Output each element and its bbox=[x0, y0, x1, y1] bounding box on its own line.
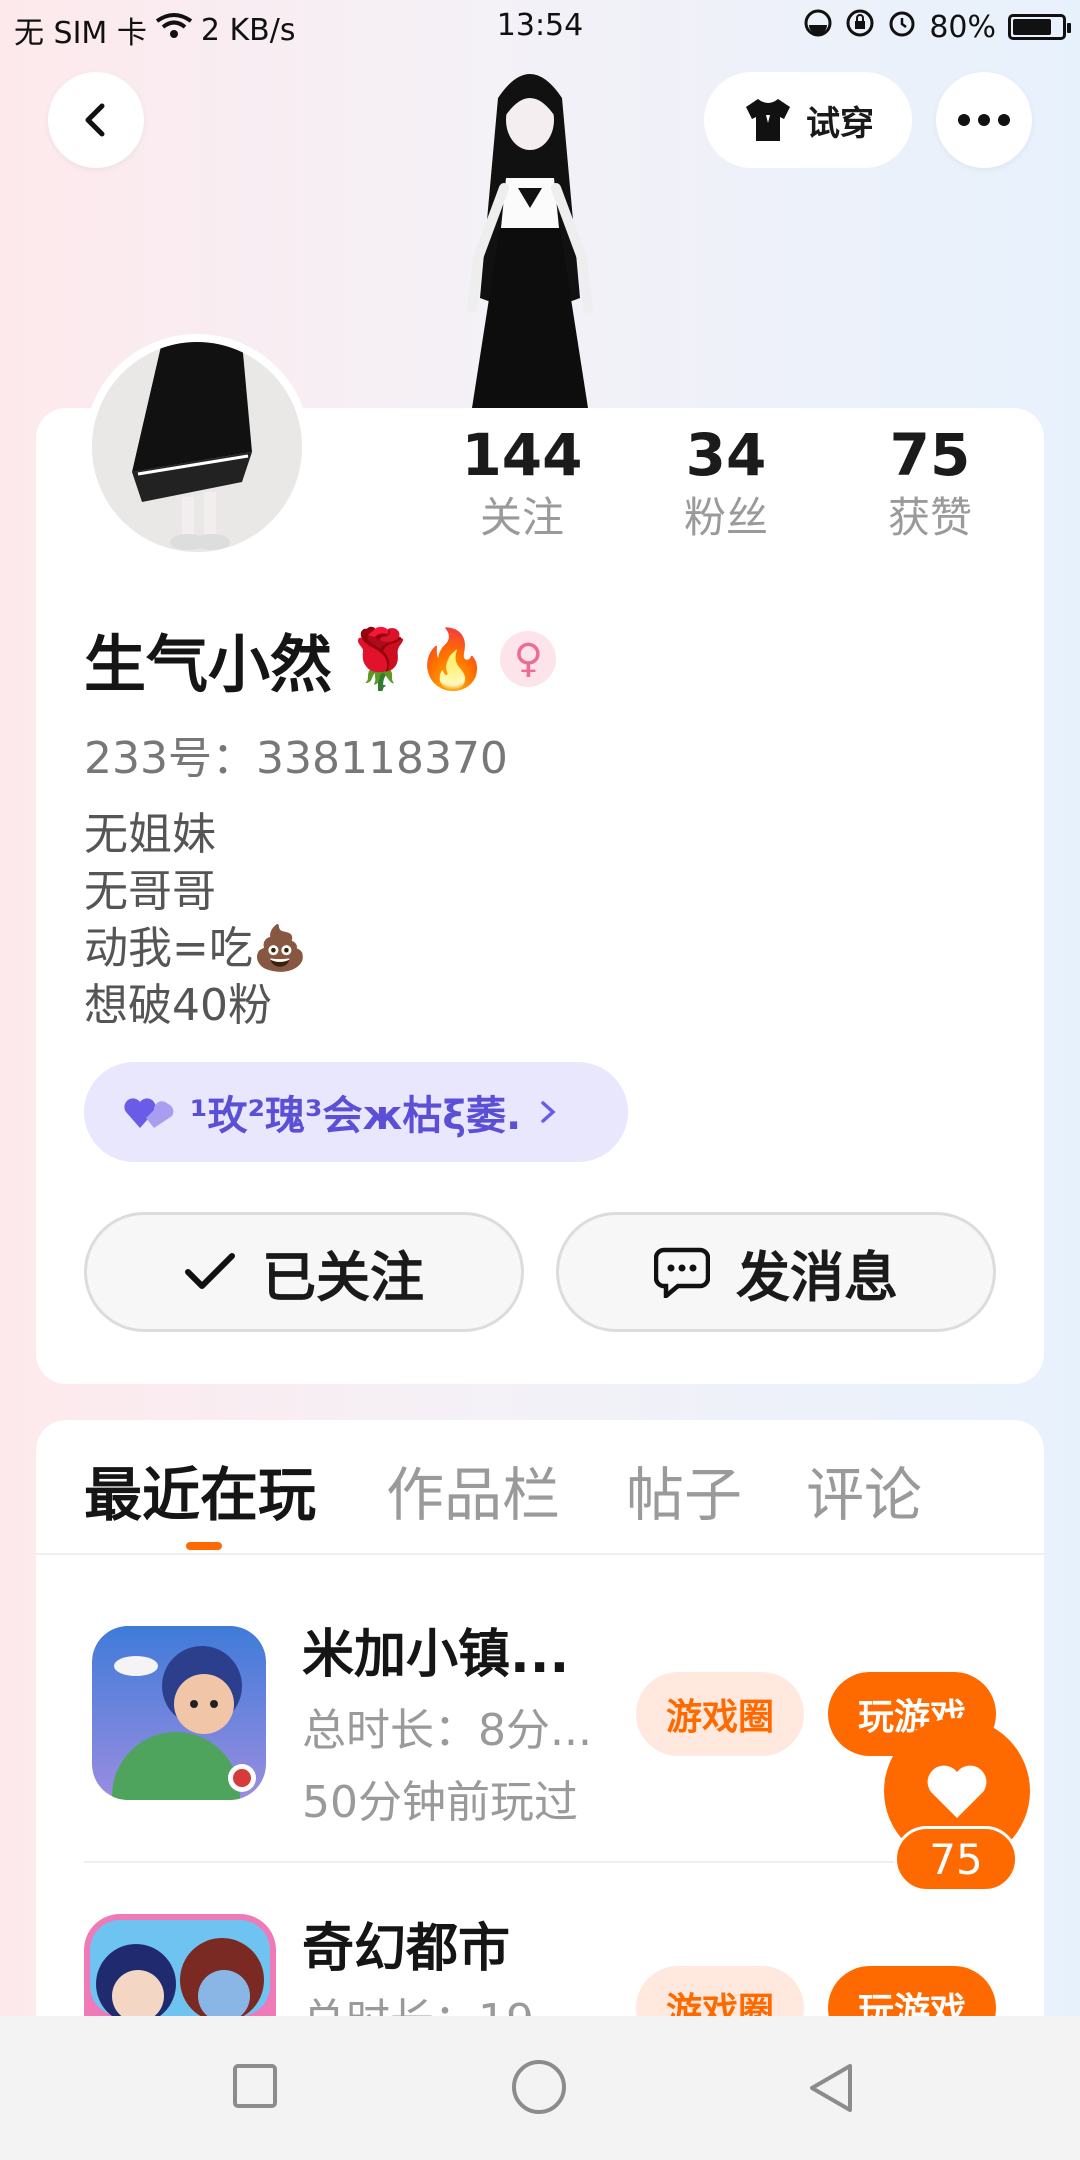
check-icon bbox=[185, 1253, 235, 1289]
system-nav-bar bbox=[0, 2016, 1080, 2160]
try-on-button[interactable]: 试穿 bbox=[704, 72, 912, 168]
stat-value: 75 bbox=[889, 421, 971, 489]
profile-name: 生气小然 bbox=[84, 628, 333, 701]
send-message-button[interactable]: 发消息 bbox=[556, 1212, 996, 1332]
game-circle-button[interactable]: 游戏圈 bbox=[636, 1672, 804, 1756]
status-bar: 无 SIM 卡 2 KB/s 13:54 80% bbox=[0, 0, 1080, 56]
stat-followers[interactable]: 34 粉丝 bbox=[646, 420, 806, 546]
stat-value: 144 bbox=[461, 421, 583, 489]
heart-icon bbox=[927, 1765, 987, 1818]
double-heart-icon bbox=[124, 1098, 174, 1128]
game-last-played: 50分钟前玩过 bbox=[302, 1777, 578, 1828]
bio-line: 无姐妹 bbox=[84, 809, 216, 860]
name-emojis: 🌹🔥 bbox=[344, 624, 489, 693]
tab-recently-played[interactable]: 最近在玩 bbox=[84, 1448, 316, 1532]
chat-bubble-icon bbox=[654, 1247, 710, 1298]
game-icon-fantasy-city[interactable] bbox=[84, 1914, 276, 2016]
home-icon[interactable] bbox=[512, 2060, 566, 2114]
more-dots-icon bbox=[958, 114, 1010, 126]
tshirt-icon bbox=[746, 99, 790, 141]
list-divider bbox=[84, 1861, 996, 1863]
send-message-label: 发消息 bbox=[736, 1245, 898, 1309]
active-tab-indicator bbox=[186, 1542, 222, 1550]
like-count-badge: 75 bbox=[894, 1826, 1018, 1892]
stat-label: 获赞 bbox=[887, 493, 972, 542]
avatar[interactable] bbox=[84, 334, 310, 560]
bio-line: 无哥哥 bbox=[84, 866, 216, 917]
dnd-icon bbox=[803, 8, 833, 46]
game-circle-button-clip: 游戏圈 bbox=[636, 1966, 804, 2016]
game-circle-button[interactable]: 游戏圈 bbox=[636, 1966, 804, 2016]
stat-following[interactable]: 144 关注 bbox=[442, 420, 602, 546]
game-icon-miga-town[interactable] bbox=[92, 1626, 266, 1800]
followed-button[interactable]: 已关注 bbox=[84, 1212, 524, 1332]
stat-value: 34 bbox=[685, 421, 767, 489]
stat-likes[interactable]: 75 获赞 bbox=[850, 420, 1010, 546]
bio-line: 想破40粉 bbox=[84, 980, 272, 1031]
game-duration: 总时长：19... bbox=[302, 1984, 576, 2016]
try-on-label: 试穿 bbox=[806, 103, 874, 144]
battery-icon bbox=[1008, 14, 1071, 40]
battery-percent: 80% bbox=[929, 9, 996, 45]
profile-name-row: 生气小然 🌹🔥 ♀ bbox=[84, 614, 557, 704]
tab-comments[interactable]: 评论 bbox=[806, 1448, 922, 1532]
followed-label: 已关注 bbox=[262, 1245, 424, 1309]
game-title[interactable]: 奇幻都市 bbox=[302, 1906, 510, 1981]
game-duration: 总时长：8分... bbox=[302, 1705, 592, 1756]
alarm-icon bbox=[887, 8, 917, 46]
back-triangle-icon[interactable] bbox=[806, 2060, 856, 2116]
user-id: 233号：338118370 bbox=[84, 733, 508, 784]
bio: 无姐妹 无哥哥 动我=吃💩 想破40粉 bbox=[84, 806, 308, 1034]
more-button[interactable] bbox=[936, 72, 1032, 168]
tab-posts[interactable]: 帖子 bbox=[626, 1448, 742, 1532]
back-button[interactable] bbox=[48, 72, 144, 168]
play-game-button[interactable]: 玩游戏 bbox=[828, 1966, 996, 2016]
tab-works[interactable]: 作品栏 bbox=[386, 1448, 560, 1532]
chevron-right-icon bbox=[541, 1101, 556, 1123]
bio-line: 动我=吃💩 bbox=[84, 923, 308, 974]
game-title[interactable]: 米加小镇... bbox=[302, 1612, 569, 1687]
avatar-character-figure bbox=[420, 58, 640, 408]
recent-apps-icon[interactable] bbox=[233, 2064, 277, 2108]
guild-name: ¹玫²瑰³会ж枯ξ萎. bbox=[190, 1093, 522, 1139]
stat-label: 粉丝 bbox=[683, 493, 768, 542]
female-gender-icon: ♀ bbox=[500, 631, 557, 687]
stat-label: 关注 bbox=[479, 493, 564, 542]
guild-badge[interactable]: ¹玫²瑰³会ж枯ξ萎. bbox=[84, 1062, 628, 1162]
tabs-divider bbox=[36, 1553, 1044, 1555]
lock-rotation-icon bbox=[845, 8, 875, 46]
game-duration-clip: 总时长：19... bbox=[302, 1984, 576, 2016]
chevron-left-icon bbox=[85, 103, 105, 137]
play-game-button-clip: 玩游戏 bbox=[828, 1966, 996, 2016]
